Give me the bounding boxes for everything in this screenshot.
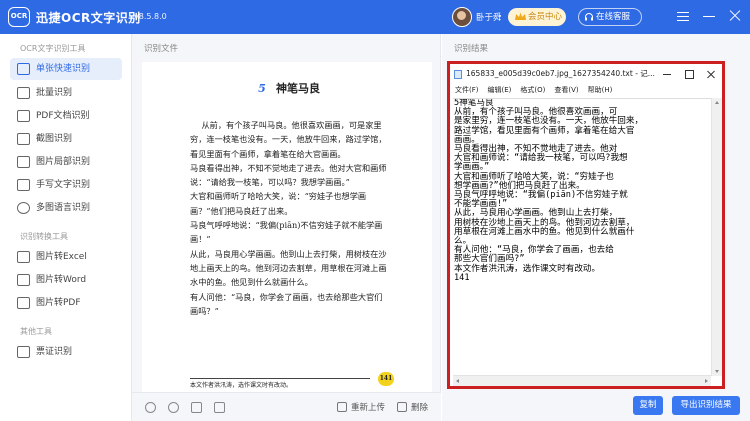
sidebar-item-label: 截图识别 xyxy=(36,134,73,144)
word-icon xyxy=(17,274,30,286)
document-number: 5 xyxy=(258,82,266,95)
avatar[interactable] xyxy=(452,7,472,27)
username[interactable]: 卧于舜 xyxy=(476,11,502,23)
pdf-file-icon xyxy=(17,297,30,309)
delete-label: 删除 xyxy=(411,403,429,413)
globe-icon xyxy=(17,202,30,214)
ocr-logo-icon: OCR xyxy=(8,7,30,27)
notepad-icon xyxy=(454,70,462,79)
refresh-icon xyxy=(337,402,347,412)
close-icon[interactable] xyxy=(728,9,742,23)
sidebar-item-label: PDF文档识别 xyxy=(36,111,90,121)
menu-icon[interactable] xyxy=(676,9,690,23)
sidebar-item-batch[interactable]: 批量识别 xyxy=(10,82,122,104)
notepad-menu-bar: 文件(F) 编辑(E) 格式(O) 查看(V) 帮助(H) xyxy=(450,84,722,97)
fit-icon[interactable] xyxy=(214,402,225,413)
rotate-icon[interactable] xyxy=(191,402,202,413)
sidebar-item-label: 图片局部识别 xyxy=(36,157,91,167)
notepad-title-bar[interactable]: 165833_e005d39c0eb7.jpg_1627354240.txt -… xyxy=(450,64,722,84)
document-header: 5 神笔马良 xyxy=(142,80,432,98)
notepad-close-icon[interactable] xyxy=(700,64,722,84)
sidebar-item-label: 批量识别 xyxy=(36,88,73,98)
section-title-other: 其他工具 xyxy=(20,327,52,336)
sidebar-item-label: 单张快速识别 xyxy=(36,64,91,74)
online-service-button[interactable]: 在线客服 xyxy=(578,8,642,26)
menu-file[interactable]: 文件(F) xyxy=(455,84,479,97)
sidebar-item-to-excel[interactable]: 图片转Excel xyxy=(10,246,122,268)
member-center-button[interactable]: 会员中心 xyxy=(508,8,566,26)
sidebar-item-to-pdf[interactable]: 图片转PDF xyxy=(10,292,122,314)
app-title: 迅捷OCR文字识别 xyxy=(36,11,141,25)
window-controls xyxy=(676,9,742,23)
sidebar-item-screenshot[interactable]: 截图识别 xyxy=(10,128,122,150)
sidebar-item-label: 图片转Word xyxy=(36,275,87,285)
sidebar: OCR文字识别工具 单张快速识别 批量识别 PDF文档识别 截图识别 图片局部识… xyxy=(0,34,132,421)
zoom-out-icon[interactable] xyxy=(168,402,179,413)
sidebar-item-handwriting[interactable]: 手写文字识别 xyxy=(10,174,122,196)
notepad-vertical-scrollbar[interactable] xyxy=(711,98,722,376)
section-title-convert: 识别转换工具 xyxy=(20,232,68,241)
notepad-horizontal-scrollbar[interactable] xyxy=(453,375,711,386)
headset-icon xyxy=(585,13,593,21)
crop-icon xyxy=(17,156,30,168)
section-title-ocr: OCR文字识别工具 xyxy=(20,44,86,53)
sidebar-item-pdf[interactable]: PDF文档识别 xyxy=(10,105,122,127)
notepad-title: 165833_e005d39c0eb7.jpg_1627354240.txt -… xyxy=(466,69,655,78)
document-page-number: 141 xyxy=(378,372,394,386)
sidebar-item-partial[interactable]: 图片局部识别 xyxy=(10,151,122,173)
zoom-in-icon[interactable] xyxy=(145,402,156,413)
member-center-label: 会员中心 xyxy=(528,12,563,22)
reupload-button[interactable]: 重新上传 xyxy=(337,401,385,413)
ticket-icon xyxy=(17,346,30,358)
image-icon xyxy=(17,63,30,75)
notepad-window: 165833_e005d39c0eb7.jpg_1627354240.txt -… xyxy=(447,61,725,389)
preview-toolbar: 重新上传 删除 xyxy=(132,392,441,421)
excel-icon xyxy=(17,251,30,263)
app-version: v8.5.8.0 xyxy=(134,12,167,21)
copy-button[interactable]: 复制 xyxy=(633,396,663,415)
crown-icon xyxy=(515,12,526,20)
panel-label-source: 识别文件 xyxy=(144,44,179,54)
sidebar-item-label: 多图语言识别 xyxy=(36,203,91,213)
menu-format[interactable]: 格式(O) xyxy=(520,84,545,97)
document-body: 从前，有个孩子叫马良。他很喜欢画画，可是家里穷，连一枝笔也没有。一天，他放牛回来… xyxy=(190,120,387,316)
sidebar-item-label: 图片转Excel xyxy=(36,252,87,262)
sidebar-item-label: 手写文字识别 xyxy=(36,180,91,190)
notepad-text-area[interactable]: 5神笔马良 从前，有个孩子叫马良。他很喜欢画画，可 是家里穷，连一枝笔也没有。一… xyxy=(453,98,711,376)
title-bar: OCR 迅捷OCR文字识别 v8.5.8.0 卧于舜 会员中心 在线客服 xyxy=(0,0,750,34)
pdf-icon xyxy=(17,110,30,122)
online-service-label: 在线客服 xyxy=(596,12,631,22)
sidebar-item-single-recognition[interactable]: 单张快速识别 xyxy=(10,58,122,80)
sidebar-item-multilang[interactable]: 多图语言识别 xyxy=(10,197,122,219)
sidebar-item-to-word[interactable]: 图片转Word xyxy=(10,269,122,291)
minimize-icon[interactable] xyxy=(702,9,716,23)
export-result-button[interactable]: 导出识别结果 xyxy=(672,396,740,415)
document-title: 神笔马良 xyxy=(276,82,320,95)
document-note: 本文作者洪汛涛，选作课文时有改动。 xyxy=(190,378,370,389)
menu-help[interactable]: 帮助(H) xyxy=(588,84,613,97)
reupload-label: 重新上传 xyxy=(351,403,386,413)
sidebar-item-ticket[interactable]: 票证识别 xyxy=(10,341,122,363)
delete-button[interactable]: 删除 xyxy=(397,401,428,413)
sidebar-item-label: 图片转PDF xyxy=(36,298,81,308)
notepad-maximize-icon[interactable] xyxy=(678,64,700,84)
panel-label-result: 识别结果 xyxy=(454,44,489,54)
menu-edit[interactable]: 编辑(E) xyxy=(488,84,512,97)
sidebar-item-label: 票证识别 xyxy=(36,347,73,357)
menu-view[interactable]: 查看(V) xyxy=(554,84,578,97)
source-file-panel: 识别文件 5 神笔马良 从前，有个孩子叫马良。他很喜欢画画，可是家里穷，连一枝笔也… xyxy=(132,34,441,421)
screenshot-icon xyxy=(17,133,30,145)
pen-icon xyxy=(17,179,30,191)
batch-icon xyxy=(17,87,30,99)
document-image: 5 神笔马良 从前，有个孩子叫马良。他很喜欢画画，可是家里穷，连一枝笔也没有。一天… xyxy=(142,62,432,392)
trash-icon xyxy=(397,402,407,412)
notepad-minimize-icon[interactable] xyxy=(656,64,678,84)
